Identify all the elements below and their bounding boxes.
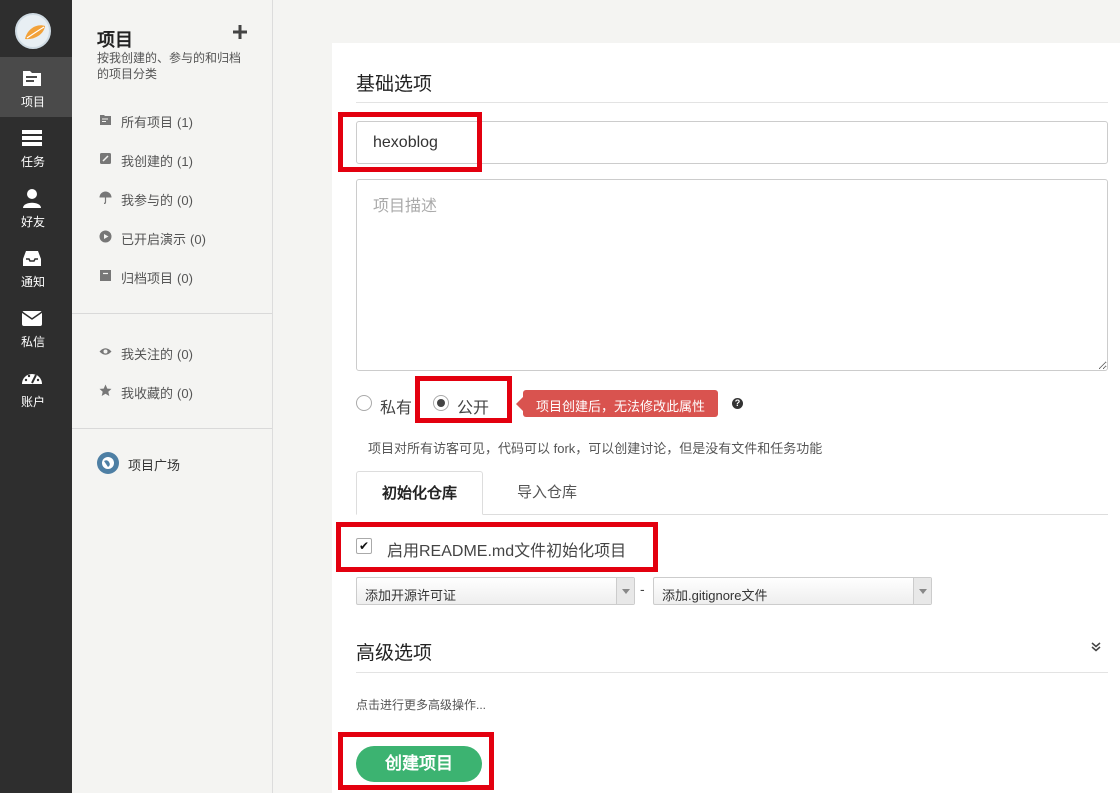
sidebar-description: 按我创建的、参与的和归档的项目分类 (97, 51, 242, 81)
folder-icon (23, 71, 41, 86)
visibility-tooltip: 项目创建后，无法修改此属性 (515, 390, 719, 417)
sidebar-item-count: (0) (177, 271, 193, 286)
main-nav: 项目 任务 好友 通知 私信 账户 (0, 0, 72, 793)
readme-checkbox[interactable]: ✔ (356, 538, 372, 554)
tab-import-repo[interactable]: 导入仓库 (492, 471, 602, 515)
nav-messages[interactable]: 私信 (0, 297, 72, 357)
folder-icon (100, 115, 111, 125)
sidebar-item-label: 我参与的 (121, 193, 174, 208)
nav-notifications-label: 通知 (20, 275, 45, 289)
readme-checkbox-label[interactable]: 启用README.md文件初始化项目 (387, 537, 626, 561)
project-plaza-link[interactable]: 项目广场 (128, 455, 180, 474)
nav-account-label: 账户 (20, 395, 45, 409)
inbox-icon (23, 251, 41, 266)
nav-account[interactable]: 账户 (0, 357, 72, 417)
nav-friends-label: 好友 (20, 215, 45, 229)
sidebar-item-label: 已开启演示 (121, 232, 187, 247)
sidebar-item-count: (1) (177, 115, 193, 130)
private-radio[interactable] (356, 395, 372, 411)
umbrella-icon (99, 191, 112, 204)
archive-icon (100, 270, 111, 281)
eye-icon (99, 348, 112, 355)
license-select-value: 添加开源许可证 (365, 588, 457, 603)
project-name-input[interactable] (356, 121, 1108, 164)
sidebar-item-label: 所有项目 (121, 115, 174, 130)
sidebar-item-count: (1) (177, 154, 193, 169)
basic-options-title: 基础选项 (356, 74, 433, 95)
nav-projects[interactable]: 项目 (0, 57, 72, 117)
sidebar-divider (72, 428, 272, 429)
chevron-down-icon (913, 578, 931, 604)
sidebar-item-label: 我创建的 (121, 154, 174, 169)
nav-projects-label: 项目 (20, 95, 45, 109)
play-icon (99, 230, 112, 243)
sidebar-item-label: 我收藏的 (121, 386, 174, 401)
tab-init-repo[interactable]: 初始化仓库 (356, 471, 483, 515)
public-radio-label[interactable]: 公开 (457, 394, 489, 418)
dashboard-icon (22, 374, 42, 384)
sidebar-divider (72, 313, 272, 314)
select-separator: - (640, 581, 645, 597)
plus-icon[interactable] (232, 24, 248, 40)
gitignore-select[interactable]: 添加.gitignore文件 (653, 577, 932, 605)
app-logo[interactable] (15, 13, 51, 49)
sidebar-item-count: (0) (177, 193, 193, 208)
gitignore-select-value: 添加.gitignore文件 (662, 588, 768, 603)
globe-icon (97, 452, 119, 474)
license-select[interactable]: 添加开源许可证 (356, 577, 635, 605)
nav-friends[interactable]: 好友 (0, 177, 72, 237)
sidebar-item-count: (0) (177, 386, 193, 401)
star-icon (99, 384, 112, 396)
tasks-icon (22, 130, 42, 146)
section-divider (356, 672, 1108, 673)
visibility-description: 项目对所有访客可见，代码可以 fork，可以创建讨论，但是没有文件和任务功能 (368, 441, 823, 456)
nav-tasks[interactable]: 任务 (0, 117, 72, 177)
create-project-button[interactable]: 创建项目 (356, 746, 482, 782)
double-chevron-down-icon[interactable] (1090, 641, 1102, 653)
edit-icon (100, 153, 111, 164)
sidebar-item-count: (0) (177, 347, 193, 362)
advanced-options-note[interactable]: 点击进行更多高级操作... (356, 696, 486, 713)
project-sidebar: 项目 按我创建的、参与的和归档的项目分类 所有项目 (1) 我创建的 (1) 我参与… (72, 0, 273, 793)
user-icon (23, 189, 41, 208)
public-radio[interactable] (433, 395, 449, 411)
sidebar-item-label: 我关注的 (121, 347, 174, 362)
advanced-options-title[interactable]: 高级选项 (356, 638, 432, 665)
sidebar-title: 项目 (97, 30, 133, 50)
sidebar-item-label: 归档项目 (121, 271, 174, 286)
envelope-icon (21, 311, 43, 326)
nav-tasks-label: 任务 (20, 155, 45, 169)
section-divider (356, 102, 1108, 103)
create-project-form: 基础选项 私有 公开 项目创建后，无法修改此属性 ? 项目对所有访客可见，代码可… (332, 43, 1120, 793)
nav-notifications[interactable]: 通知 (0, 237, 72, 297)
nav-messages-label: 私信 (20, 335, 45, 349)
sidebar-item-count: (0) (190, 232, 206, 247)
chevron-down-icon (616, 578, 634, 604)
project-description-input[interactable] (356, 179, 1108, 371)
help-icon[interactable]: ? (732, 398, 743, 409)
private-radio-label[interactable]: 私有 (380, 394, 412, 418)
